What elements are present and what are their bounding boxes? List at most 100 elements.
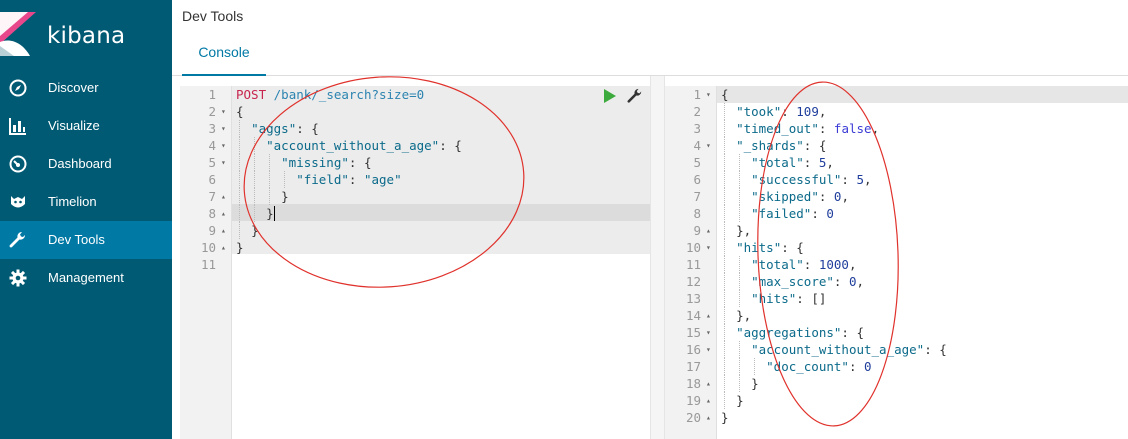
- indent-guide: [739, 341, 741, 358]
- line-number: 11: [200, 257, 216, 272]
- fold-toggle-icon[interactable]: ▴: [221, 188, 231, 205]
- fold-toggle-icon[interactable]: ▾: [221, 120, 231, 137]
- sidebar-item-label: Dashboard: [48, 156, 112, 171]
- indent-guide: [724, 324, 725, 341]
- fold-toggle-icon[interactable]: ▾: [706, 324, 716, 341]
- code-line: "hits": []: [751, 291, 827, 306]
- fold-toggle-icon[interactable]: ▾: [706, 239, 716, 256]
- request-code[interactable]: POST /bank/_search?size=0 { "aggs": { "a…: [232, 86, 650, 439]
- indent-guide: [724, 188, 725, 205]
- indent-guide: [254, 171, 256, 188]
- indent-guide: [754, 358, 756, 375]
- indent-guide: [724, 137, 725, 154]
- fold-toggle-icon[interactable]: ▾: [221, 137, 231, 154]
- fold-toggle-icon[interactable]: ▴: [221, 205, 231, 222]
- indent-guide: [254, 137, 256, 154]
- indent-guide: [269, 154, 271, 171]
- indent-guide: [239, 222, 240, 239]
- wrench-icon: [9, 231, 26, 248]
- code-line: "account_without_a_age": {: [751, 342, 947, 357]
- line-number: 15: [685, 325, 701, 340]
- line-number: 16: [685, 342, 701, 357]
- line-number: 5: [208, 155, 216, 170]
- kibana-logo-icon: [0, 12, 36, 56]
- indent-guide: [724, 375, 725, 392]
- fold-toggle-icon[interactable]: ▴: [706, 307, 716, 324]
- code-line: },: [736, 223, 752, 238]
- fold-toggle-icon[interactable]: ▾: [706, 341, 716, 358]
- fold-toggle-icon[interactable]: ▾: [221, 154, 231, 171]
- indent-guide: [269, 188, 271, 205]
- line-number: 20: [685, 410, 701, 425]
- fold-toggle-icon[interactable]: ▴: [706, 222, 716, 239]
- indent-guide: [724, 205, 725, 222]
- code-line: {: [721, 87, 729, 102]
- line-number: 9: [693, 223, 701, 238]
- fold-toggle-icon[interactable]: ▴: [706, 392, 716, 409]
- compass-icon: [9, 79, 27, 97]
- code-line: "skipped": 0,: [751, 189, 849, 204]
- indent-guide: [739, 154, 741, 171]
- fold-toggle-icon[interactable]: ▴: [706, 375, 716, 392]
- indent-guide: [724, 341, 725, 358]
- line-number: 7: [208, 189, 216, 204]
- indent-guide: [239, 188, 240, 205]
- kibana-logo[interactable]: kibana: [0, 0, 172, 68]
- fold-toggle-icon[interactable]: ▾: [706, 86, 716, 103]
- indent-guide: [724, 358, 725, 375]
- wrench-icon[interactable]: [627, 88, 643, 104]
- line-number: 10: [200, 240, 216, 255]
- line-number: 2: [208, 104, 216, 119]
- line-number: 12: [685, 274, 701, 289]
- indent-guide: [724, 307, 725, 324]
- line-number: 13: [685, 291, 701, 306]
- response-viewer[interactable]: 1 ▾ 2 3 4 ▾ 5 6 7 8 9 ▴ 10 ▾ 11 12 13 14 ▴ 15 ▾ 16 ▾ 17 18 ▴ 19 ▴ 20…: [665, 86, 1128, 439]
- fold-toggle-icon[interactable]: ▴: [706, 409, 716, 426]
- fold-toggle-icon[interactable]: ▾: [706, 137, 716, 154]
- line-number: 18: [685, 376, 701, 391]
- sidebar-item-label: Discover: [48, 80, 99, 95]
- text-cursor: [273, 206, 275, 221]
- fold-toggle-icon[interactable]: ▴: [221, 239, 231, 256]
- tab-console[interactable]: Console: [182, 36, 266, 76]
- sidebar-item-management[interactable]: Management: [0, 259, 172, 297]
- code-line: "missing": {: [281, 155, 372, 170]
- indent-guide: [739, 256, 741, 273]
- kibana-app: kibana Discover Visualize Dashboard Time…: [0, 0, 1128, 439]
- line-number: 8: [208, 206, 216, 221]
- indent-guide: [739, 290, 741, 307]
- pane-resizer[interactable]: [650, 76, 665, 439]
- indent-guide: [724, 154, 725, 171]
- code-line: "total": 5,: [751, 155, 834, 170]
- line-number: 3: [208, 121, 216, 136]
- fold-toggle-icon[interactable]: ▾: [221, 103, 231, 120]
- code-line: "aggregations": {: [736, 325, 865, 340]
- code-line: "successful": 5,: [751, 172, 872, 187]
- code-line: "took": 109,: [736, 104, 827, 119]
- play-icon[interactable]: [603, 89, 617, 103]
- indent-guide: [724, 171, 725, 188]
- request-url: /bank/_search?size=0: [273, 87, 425, 102]
- fold-toggle-icon[interactable]: ▴: [221, 222, 231, 239]
- line-number: 10: [685, 240, 701, 255]
- sidebar-item-label: Timelion: [48, 194, 97, 209]
- sidebar-item-timelion[interactable]: Timelion: [0, 183, 172, 221]
- code-line: "doc_count": 0: [766, 359, 872, 374]
- sidebar-item-label: Visualize: [48, 118, 100, 133]
- indent-guide: [284, 171, 286, 188]
- request-editor[interactable]: 1 2 ▾ 3 ▾ 4 ▾ 5 ▾ 6 7 ▴ 8 ▴ 9 ▴ 10 ▴ 11 POST /bank/_search…: [180, 86, 650, 439]
- code-line: "timed_out": false,: [736, 121, 880, 136]
- sidebar-item-dashboard[interactable]: Dashboard: [0, 145, 172, 183]
- indent-guide: [724, 222, 725, 239]
- indent-guide: [269, 171, 271, 188]
- sidebar-item-visualize[interactable]: Visualize: [0, 107, 172, 145]
- indent-guide: [739, 358, 741, 375]
- sidebar-item-dev-tools[interactable]: Dev Tools: [0, 221, 172, 259]
- response-code: { "took": 109, "timed_out": false, "_sha…: [717, 86, 1128, 439]
- indent-guide: [739, 205, 741, 222]
- indent-guide: [724, 273, 725, 290]
- line-number: 3: [693, 121, 701, 136]
- timelion-icon: [11, 196, 25, 208]
- sidebar-item-discover[interactable]: Discover: [0, 69, 172, 107]
- code-line: {: [236, 104, 244, 119]
